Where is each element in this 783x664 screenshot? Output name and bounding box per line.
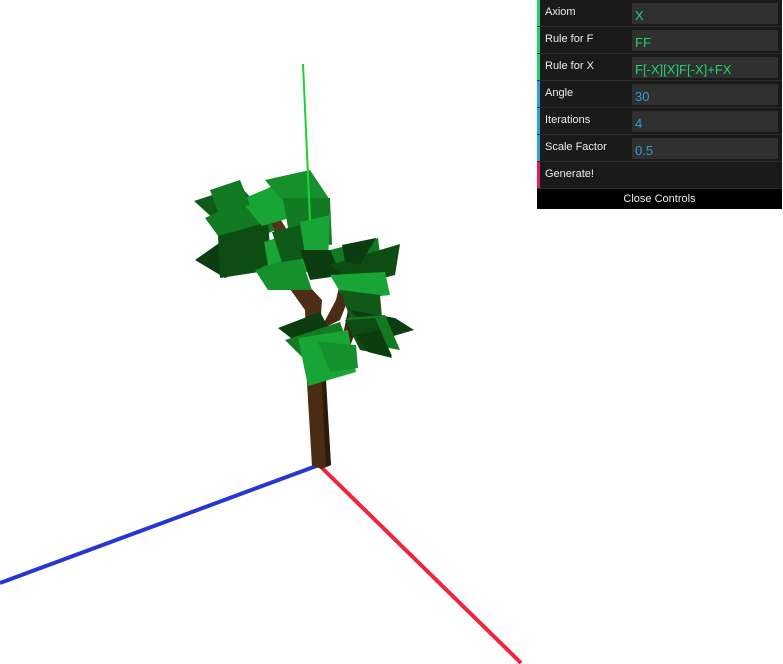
axiom-control: Axiom — [537, 0, 782, 27]
scale-factor-input[interactable] — [632, 138, 778, 159]
x-axis-line — [317, 463, 523, 664]
scale-factor-control: Scale Factor — [537, 135, 782, 162]
iterations-input[interactable] — [632, 111, 778, 132]
rule-f-input[interactable] — [632, 30, 778, 51]
rule-f-control: Rule for F — [537, 27, 782, 54]
scale-factor-label: Scale Factor — [545, 141, 607, 153]
rule-x-input[interactable] — [632, 57, 778, 78]
iterations-control: Iterations — [537, 108, 782, 135]
iterations-label: Iterations — [545, 114, 591, 126]
rule-f-label: Rule for F — [545, 33, 594, 45]
angle-input[interactable] — [632, 84, 778, 105]
rule-x-control: Rule for X — [537, 54, 782, 81]
close-controls-button[interactable]: Close Controls — [537, 189, 782, 209]
z-axis-line — [0, 463, 320, 585]
controls-panel: Axiom Rule for F Rule for X Angle Iterat… — [537, 0, 782, 209]
generate-label: Generate! — [545, 168, 594, 180]
rule-x-label: Rule for X — [545, 60, 594, 72]
angle-control: Angle — [537, 81, 782, 108]
axiom-input[interactable] — [632, 3, 778, 24]
axiom-label: Axiom — [545, 6, 576, 18]
tree-foliage — [194, 170, 414, 386]
generate-button[interactable]: Generate! — [537, 162, 782, 189]
angle-label: Angle — [545, 87, 574, 99]
